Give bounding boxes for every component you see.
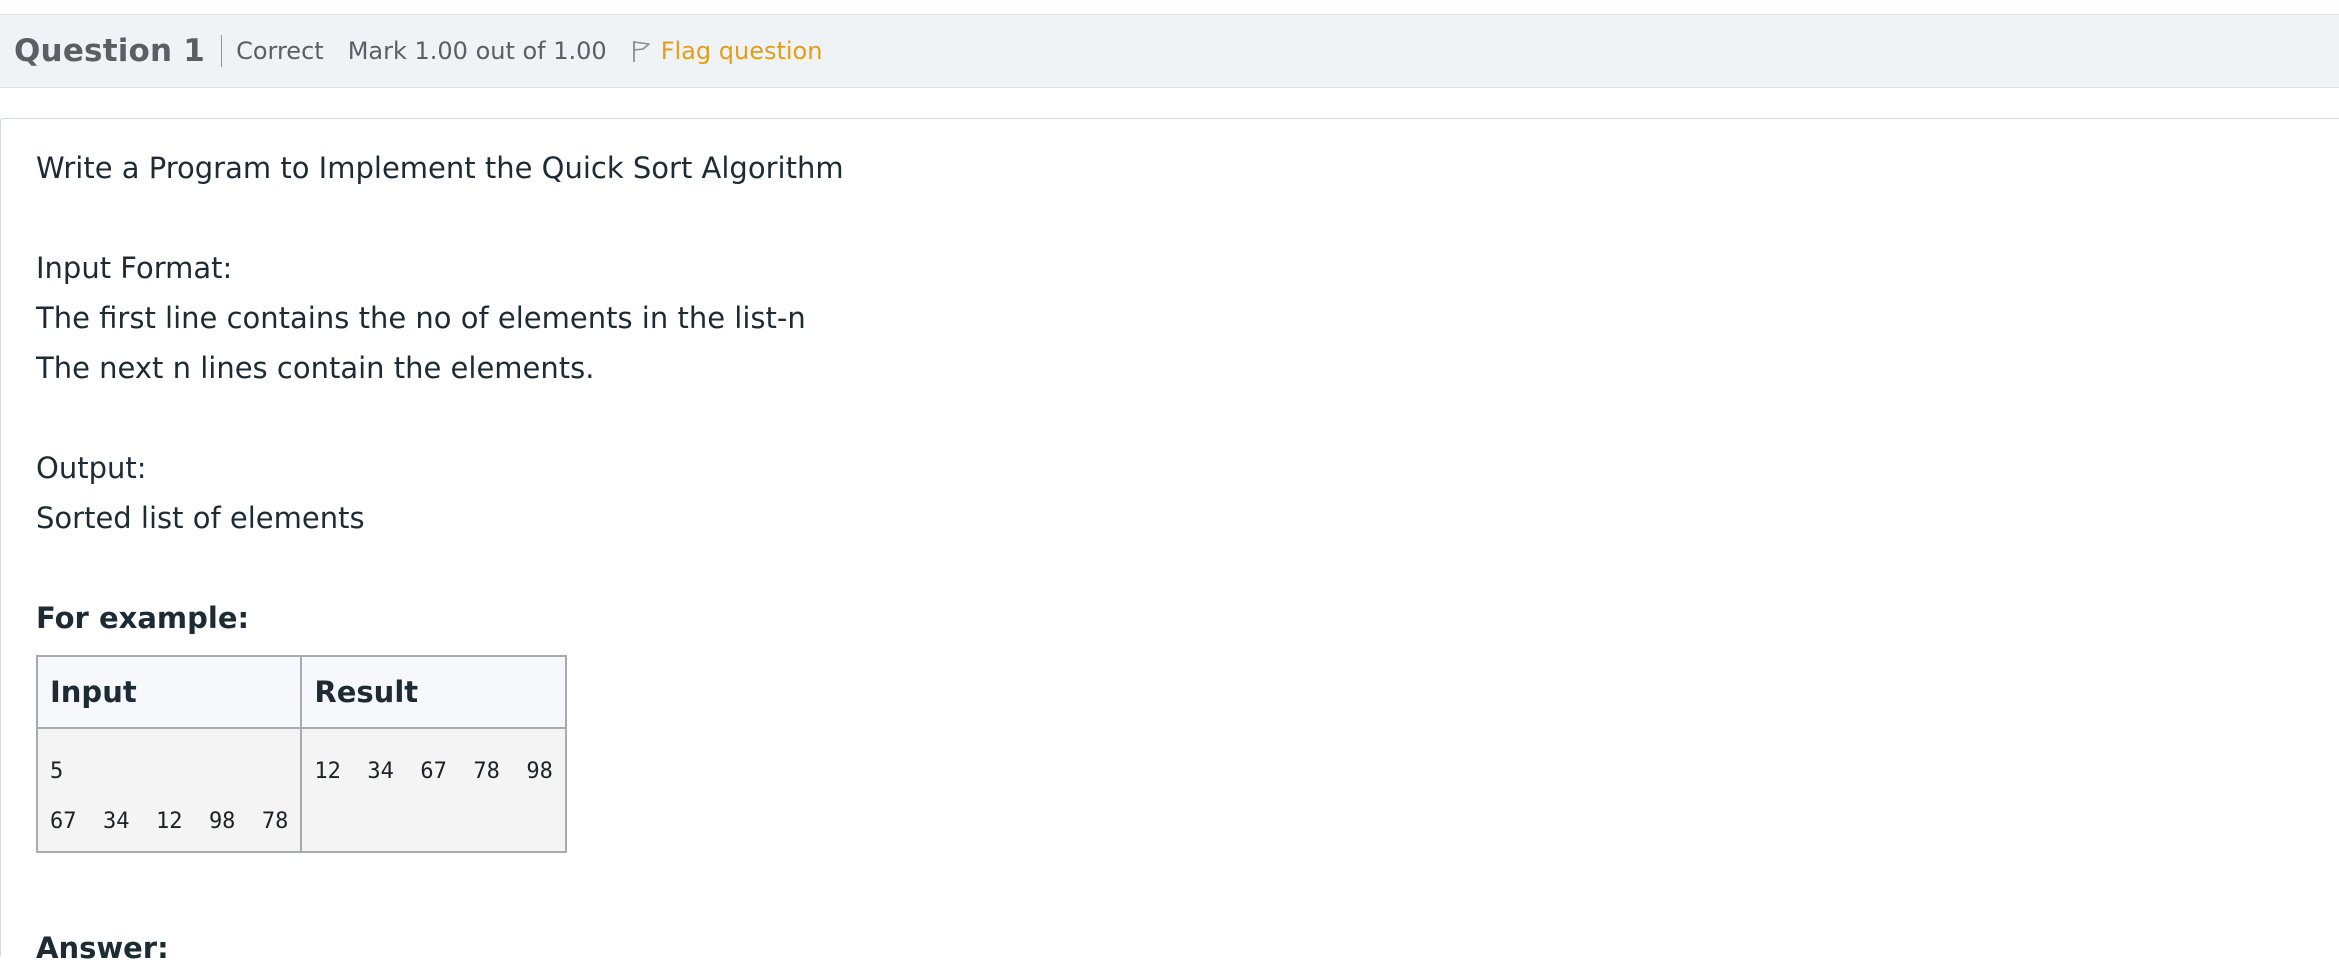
table-row: 5 67 34 12 98 78 12 34 67 78 98	[35, 727, 567, 853]
question-content: Write a Program to Implement the Quick S…	[0, 118, 2339, 965]
question-grade: Mark 1.00 out of 1.00	[347, 37, 607, 65]
input-cell: 5 67 34 12 98 78	[35, 727, 303, 853]
input-format-label: Input Format:	[36, 251, 233, 285]
example-label: For example:	[36, 601, 250, 635]
flag-question-button[interactable]: Flag question	[631, 37, 823, 65]
result-line: 12 34 67 78 98	[314, 759, 553, 784]
question-info-bar: Question 1 Correct Mark 1.00 out of 1.00…	[0, 15, 2339, 88]
input-format-line-2: The next n lines contain the elements.	[36, 351, 595, 385]
question-state: Correct	[236, 37, 324, 65]
input-format-line-1: The first line contains the no of elemen…	[36, 301, 806, 335]
input-line: 5	[50, 759, 64, 784]
column-header-result: Result	[300, 655, 567, 729]
example-table: Input Result 5 67 34 12 98 78 12 34 67 7…	[35, 655, 567, 853]
question-text: Write a Program to Implement the Quick S…	[36, 119, 1636, 643]
input-line: 67 34 12 98 78	[50, 809, 289, 834]
output-line-1: Sorted list of elements	[36, 501, 365, 535]
result-cell: 12 34 67 78 98	[300, 727, 567, 853]
table-header-row: Input Result	[35, 655, 567, 729]
question-number: Question 1	[14, 33, 206, 69]
column-header-input: Input	[35, 655, 303, 729]
flag-question-label: Flag question	[660, 37, 823, 65]
flag-icon	[631, 39, 653, 63]
output-label: Output:	[36, 451, 147, 485]
question-title: Write a Program to Implement the Quick S…	[36, 151, 844, 185]
header-separator	[221, 35, 223, 67]
answer-label: Answer:	[36, 931, 169, 965]
